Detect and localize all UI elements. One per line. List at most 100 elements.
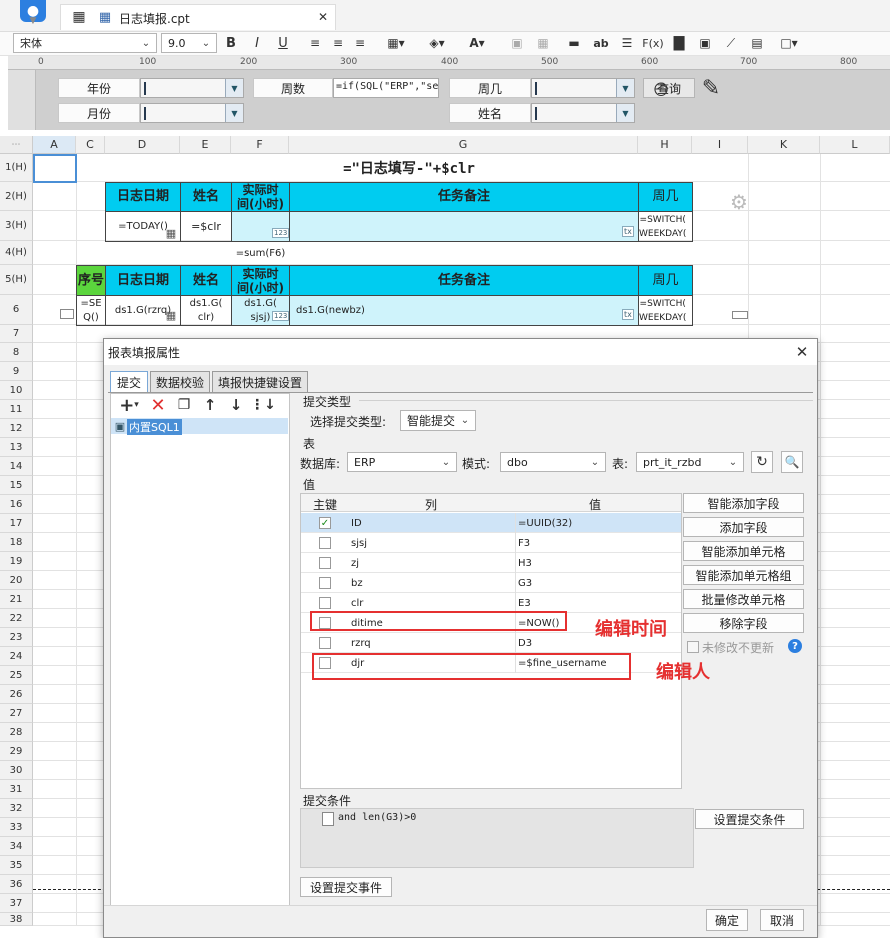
column-value[interactable]: H3 [515, 553, 532, 573]
add-field-button[interactable]: 添加字段 [683, 517, 804, 537]
chart-icon[interactable]: ▇ [671, 34, 687, 52]
header-weekday[interactable]: 周几 [638, 182, 693, 212]
row-header[interactable]: 21 [0, 590, 33, 609]
column-value[interactable]: F3 [515, 533, 530, 553]
row-header[interactable]: 14 [0, 457, 33, 476]
submit-type-select[interactable]: 智能提交 ⌄ [400, 410, 476, 431]
row-header[interactable]: 27 [0, 704, 33, 723]
row-header[interactable]: 25 [0, 666, 33, 685]
underline-icon[interactable]: U [275, 34, 291, 52]
smart-add-cell-group-button[interactable]: 智能添加单元格组 [683, 565, 804, 585]
tab-shortcut[interactable]: 填报快捷键设置 [212, 371, 308, 393]
column-value[interactable]: G3 [515, 573, 532, 593]
name-combo[interactable]: ▼ [531, 103, 635, 123]
row-header[interactable]: 11 [0, 400, 33, 419]
row-header[interactable]: 4(H) [0, 241, 33, 265]
column-header[interactable]: K [748, 136, 820, 154]
bold-icon[interactable]: B [223, 34, 239, 52]
font-family-select[interactable]: 宋体 ⌄ [13, 33, 157, 53]
chevron-down-icon[interactable]: ▼ [616, 104, 634, 122]
row-header[interactable]: 18 [0, 533, 33, 552]
no-update-checkbox[interactable] [687, 641, 699, 653]
delete-icon[interactable]: ✕ [148, 395, 168, 416]
preview-table-button[interactable]: 🔍 [781, 451, 803, 473]
row-header[interactable]: 33 [0, 818, 33, 837]
header2-date[interactable]: 日志日期 [105, 265, 181, 296]
header2-note[interactable]: 任务备注 [289, 265, 639, 296]
column-header[interactable]: A [33, 136, 76, 154]
close-icon[interactable]: ✕ [792, 342, 812, 362]
column-value[interactable]: E3 [515, 593, 531, 613]
value-row[interactable]: zj H3 [301, 553, 681, 573]
row-header[interactable]: 13 [0, 438, 33, 457]
row-header[interactable]: 16 [0, 495, 33, 514]
month-combo[interactable]: ▼ [140, 103, 244, 123]
column-header[interactable]: F [231, 136, 289, 154]
tree-item-sql1[interactable]: ▣ 内置SQL1 [111, 418, 288, 435]
table-select[interactable]: prt_it_rzbd ⌄ [636, 452, 744, 472]
cell-G3[interactable] [289, 211, 639, 242]
selected-cell-A1[interactable] [33, 154, 77, 183]
column-header[interactable]: H [638, 136, 692, 154]
cell-F4[interactable]: =sum(F6) [231, 241, 290, 266]
label-icon[interactable]: ab [592, 34, 610, 52]
column-header[interactable]: D [105, 136, 180, 154]
smart-add-field-button[interactable]: 智能添加字段 [683, 493, 804, 513]
header2-name[interactable]: 姓名 [180, 265, 232, 296]
condition-expression[interactable]: and len(G3)>0 [338, 812, 416, 823]
move-up-icon[interactable]: ↑ [200, 395, 220, 415]
row-header[interactable]: 38 [0, 913, 33, 926]
tab-submit[interactable]: 提交 [110, 371, 148, 393]
row-header[interactable]: 36 [0, 875, 33, 894]
chevron-down-icon[interactable]: ▼ [225, 79, 243, 97]
header2-weekday[interactable]: 周几 [638, 265, 693, 296]
value-row[interactable]: sjsj F3 [301, 533, 681, 553]
split-cells-icon[interactable]: ▦ [535, 34, 551, 52]
cell-E3[interactable]: =$clr [180, 211, 232, 242]
row-header[interactable]: 9 [0, 362, 33, 381]
row-header[interactable]: 1(H) [0, 154, 33, 182]
align-right-icon[interactable]: ≡ [352, 34, 368, 52]
primary-key-checkbox[interactable] [319, 537, 331, 549]
column-header[interactable]: I [692, 136, 748, 154]
align-left-icon[interactable]: ≡ [307, 34, 323, 52]
set-event-button[interactable]: 设置提交事件 [300, 877, 392, 897]
report-tab[interactable]: ▦ ▦ 日志填报.cpt ✕ [60, 4, 336, 30]
close-tab-icon[interactable]: ✕ [315, 9, 331, 25]
move-down-icon[interactable]: ↓ [226, 395, 246, 415]
add-icon[interactable]: + ▾ [116, 395, 142, 416]
italic-icon[interactable]: I [249, 34, 265, 52]
row-header[interactable]: 5(H) [0, 265, 33, 295]
sheet-corner[interactable]: ⋯ [0, 136, 33, 154]
expand-chevron-icon[interactable]: ▼ [26, 14, 40, 28]
header-date[interactable]: 日志日期 [105, 182, 181, 212]
row-header[interactable]: 22 [0, 609, 33, 628]
header-hours[interactable]: 实际时 间(小时) [231, 182, 290, 212]
subreport-icon[interactable]: ▤ [749, 34, 765, 52]
sort-down-icon[interactable]: ⋮↓ [250, 395, 276, 415]
db-select[interactable]: ERP ⌄ [347, 452, 457, 472]
header-note[interactable]: 任务备注 [289, 182, 639, 212]
chevron-down-icon[interactable]: ▼ [225, 104, 243, 122]
primary-key-checkbox[interactable] [319, 557, 331, 569]
title-cell[interactable]: ="日志填写-"+$clr [180, 154, 638, 183]
slash-icon[interactable]: ⟋ [723, 34, 739, 52]
merge-cells-icon[interactable]: ▣ [509, 34, 525, 52]
row-header[interactable]: 29 [0, 742, 33, 761]
row-header[interactable]: 12 [0, 419, 33, 438]
row-header[interactable]: 28 [0, 723, 33, 742]
cancel-button[interactable]: 取消 [760, 909, 804, 931]
column-value[interactable]: =UUID(32) [515, 513, 572, 533]
column-header[interactable]: C [76, 136, 105, 154]
column-header[interactable]: L [820, 136, 890, 154]
column-value[interactable]: D3 [515, 633, 532, 653]
row-header[interactable]: 26 [0, 685, 33, 704]
font-size-select[interactable]: 9.0 ⌄ [161, 33, 217, 53]
help-icon[interactable]: ? [788, 639, 802, 653]
row-header[interactable]: 30 [0, 761, 33, 780]
align-center-icon[interactable]: ≡ [330, 34, 346, 52]
cell-H3[interactable]: =SWITCH( WEEKDAY( [638, 211, 693, 242]
row-header[interactable]: 34 [0, 837, 33, 856]
row-header[interactable]: 3(H) [0, 211, 33, 241]
border-style-icon[interactable]: □▾ [775, 34, 803, 52]
